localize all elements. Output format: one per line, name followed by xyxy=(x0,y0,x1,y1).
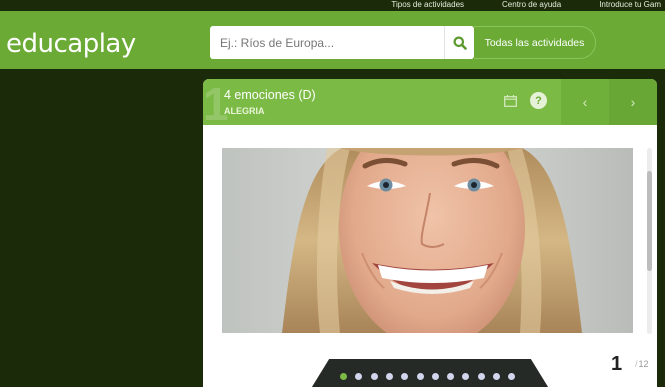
activity-panel: 1 4 emociones (D) ALEGRIA ? ‹ › 1 /12 xyxy=(203,79,657,387)
pagination-dot-11[interactable] xyxy=(493,373,500,380)
pagination-dot-6[interactable] xyxy=(416,373,424,380)
logo[interactable]: educaplay xyxy=(6,29,136,59)
search-button[interactable] xyxy=(444,26,474,59)
sidebar xyxy=(0,69,203,387)
total-pages: 12 xyxy=(638,359,649,369)
right-margin xyxy=(657,69,665,387)
current-page: 1 xyxy=(611,353,623,375)
link-enter-game[interactable]: Introduce tu Gam xyxy=(599,0,661,11)
scroll-thumb[interactable] xyxy=(647,171,652,271)
pagination-dot-1[interactable] xyxy=(340,373,347,380)
pagination-dot-10[interactable] xyxy=(477,373,485,380)
smiling-woman-photo xyxy=(222,148,633,333)
activity-subtitle: ALEGRIA xyxy=(224,106,265,116)
page-total: /12 xyxy=(635,359,649,369)
link-activity-types[interactable]: Tipos de actividades xyxy=(391,0,464,11)
pagination-dot-4[interactable] xyxy=(385,373,393,380)
link-help-center[interactable]: Centro de ayuda xyxy=(502,0,561,11)
help-icon[interactable]: ? xyxy=(530,92,547,109)
pagination-dot-7[interactable] xyxy=(431,373,439,380)
activity-image xyxy=(222,148,633,333)
pagination-dot-3[interactable] xyxy=(370,373,378,380)
calendar-button[interactable] xyxy=(500,91,520,111)
next-button[interactable]: › xyxy=(609,79,657,125)
activity-title: 4 emociones (D) xyxy=(224,88,316,102)
previous-button[interactable]: ‹ xyxy=(561,79,609,125)
activity-header: 1 4 emociones (D) ALEGRIA ? ‹ › xyxy=(203,79,657,127)
search-input[interactable] xyxy=(210,26,444,59)
top-links-bar: Tipos de actividades Centro de ayuda Int… xyxy=(0,0,665,11)
calendar-icon xyxy=(503,95,517,107)
search-icon xyxy=(453,36,467,50)
top-links: Tipos de actividades Centro de ayuda Int… xyxy=(391,0,665,11)
all-activities-button[interactable]: Todas las actividades xyxy=(474,26,596,59)
